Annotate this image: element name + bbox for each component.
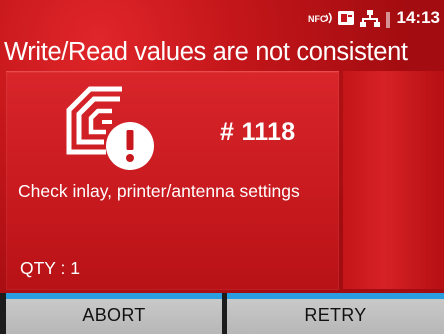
svg-text:NFC: NFC xyxy=(308,14,327,24)
lan-icon xyxy=(360,10,380,32)
page-title: Write/Read values are not consistent xyxy=(4,38,408,66)
error-screen: NFC 14:13 Write/Read values are not cons… xyxy=(0,0,444,334)
card-icon xyxy=(337,10,355,31)
error-panel: # 1118 Check inlay, printer/antenna sett… xyxy=(6,71,339,290)
nfc-icon: NFC xyxy=(308,11,334,30)
abort-button[interactable]: ABORT xyxy=(6,293,222,334)
error-message: Check inlay, printer/antenna settings xyxy=(18,181,300,201)
quantity-label: QTY : 1 xyxy=(20,258,80,278)
error-code: # 1118 xyxy=(220,118,296,146)
side-panel xyxy=(343,71,444,289)
rfid-error-icon xyxy=(66,86,156,177)
clock: 14:13 xyxy=(396,8,440,27)
status-bar: NFC 14:13 xyxy=(0,0,444,36)
button-bar: ABORT RETRY xyxy=(0,293,444,334)
retry-button[interactable]: RETRY xyxy=(227,293,444,334)
signal-icon xyxy=(385,12,391,33)
